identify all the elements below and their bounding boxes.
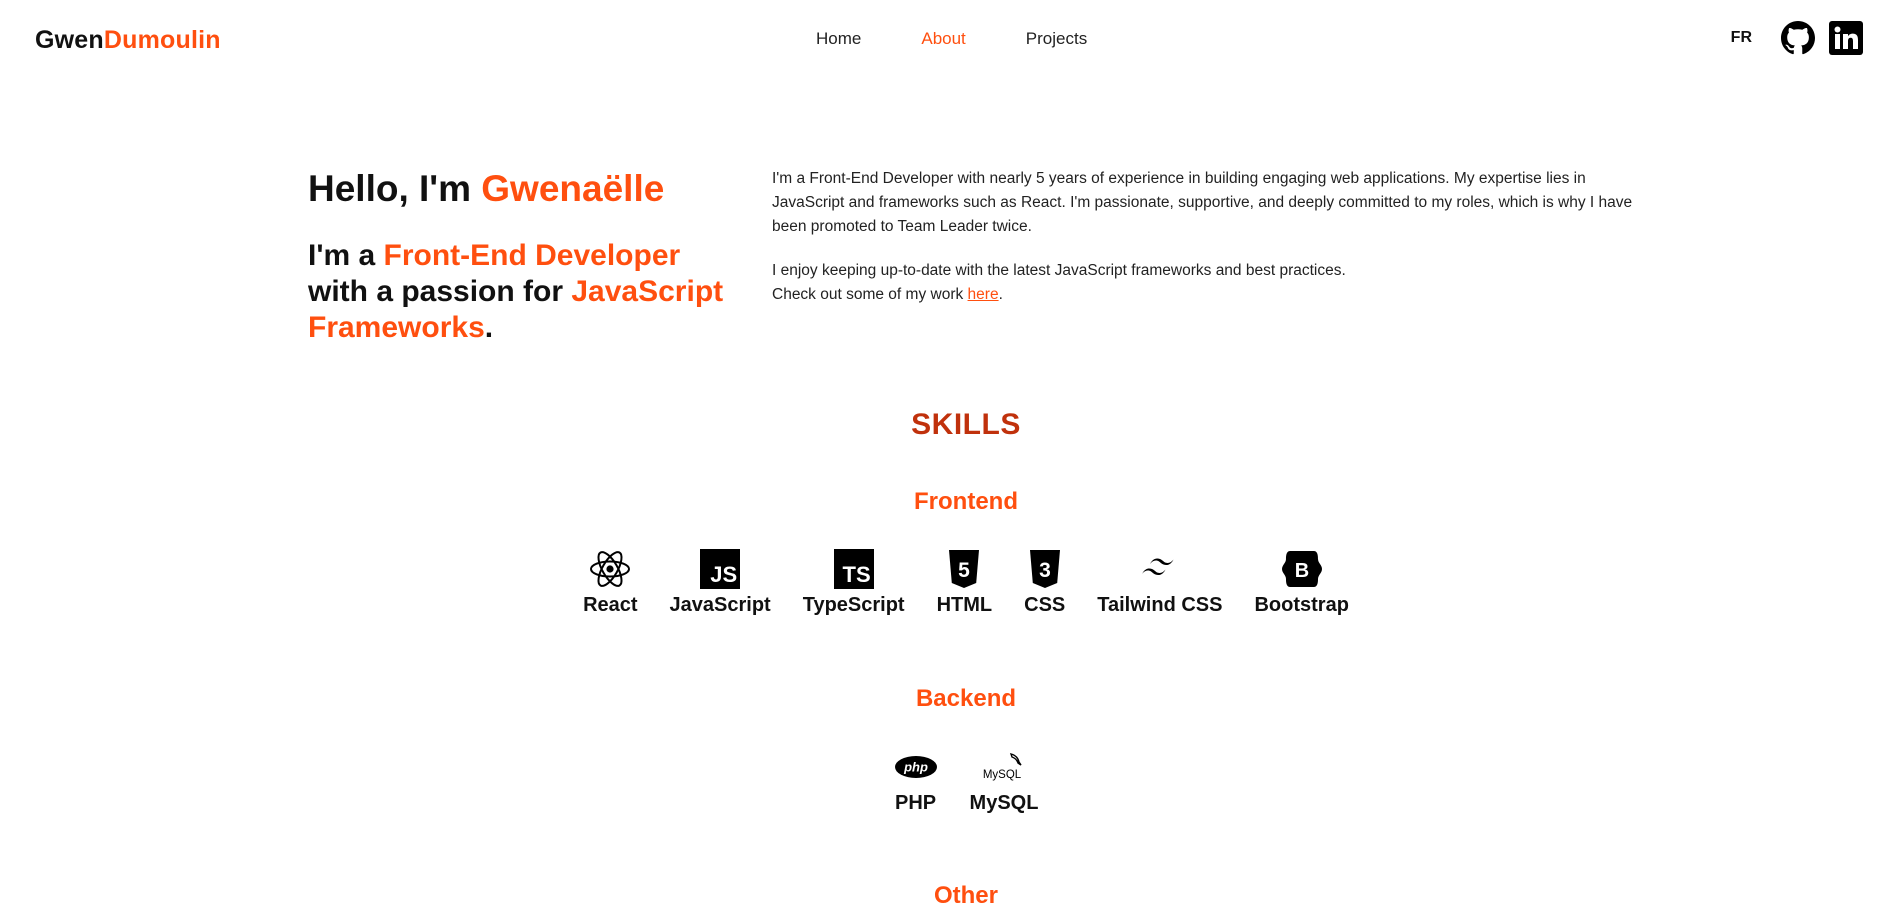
work-link[interactable]: here <box>968 286 999 303</box>
html5-icon: 5 <box>948 548 980 590</box>
tagline-role: Front-End Developer <box>383 239 681 272</box>
logo-first-name: Gwen <box>35 26 104 54</box>
skill-label: CSS <box>1024 594 1066 616</box>
hello-prefix: Hello, I'm <box>308 168 482 209</box>
skill-tailwind: Tailwind CSS <box>1097 548 1222 617</box>
backend-title: Backend <box>915 685 1017 712</box>
skill-react: React <box>583 548 638 617</box>
nav-about[interactable]: About <box>921 29 965 49</box>
skill-bootstrap: B Bootstrap <box>1254 548 1349 617</box>
tagline: I'm a Front-End Developer with a passion… <box>308 238 748 346</box>
mysql-glyph: MySQL <box>983 769 1022 781</box>
skill-label: HTML <box>936 594 993 616</box>
backend-skills: php PHP MySQL MySQL <box>0 746 1894 815</box>
css3-icon: 3 <box>1029 548 1061 590</box>
frontend-title: Frontend <box>914 488 1018 515</box>
javascript-glyph: JS <box>700 549 741 589</box>
tagline-period: . <box>484 311 494 344</box>
php-icon: php <box>894 746 938 788</box>
skill-html: 5 HTML <box>936 548 993 617</box>
logo-last-name: Dumoulin <box>103 26 221 54</box>
skill-label: Bootstrap <box>1254 594 1349 616</box>
php-glyph: php <box>903 760 928 775</box>
css3-glyph: 3 <box>1039 559 1051 582</box>
skill-label: JavaScript <box>669 594 771 616</box>
skill-label: TypeScript <box>802 594 905 616</box>
intro-description: I'm a Front-End Developer with nearly 5 … <box>772 167 1652 307</box>
header-actions: FR <box>1731 20 1864 56</box>
intro-paragraph-2-line-1: I enjoy keeping up-to-date with the late… <box>772 262 1346 279</box>
site-header: GwenDumoulin Home About Projects FR <box>0 0 1894 78</box>
skill-label: MySQL <box>969 792 1039 814</box>
linkedin-icon[interactable] <box>1828 20 1864 56</box>
skills-title: SKILLS <box>911 408 1021 441</box>
site-logo[interactable]: GwenDumoulin <box>35 26 221 55</box>
skill-typescript: TS TypeScript <box>803 548 905 617</box>
nav-projects[interactable]: Projects <box>1026 29 1087 49</box>
tagline-part-3: with a passion for <box>308 275 572 308</box>
bootstrap-icon: B <box>1281 548 1322 590</box>
typescript-glyph: TS <box>833 549 874 589</box>
html5-glyph: 5 <box>959 559 971 582</box>
github-icon[interactable] <box>1780 20 1816 56</box>
hello-name: Gwenaëlle <box>481 168 665 209</box>
tailwind-icon <box>1140 548 1180 590</box>
skill-javascript: JS JavaScript <box>670 548 771 617</box>
intro-paragraph-1: I'm a Front-End Developer with nearly 5 … <box>772 170 1633 235</box>
skill-css: 3 CSS <box>1024 548 1065 617</box>
bootstrap-glyph: B <box>1294 560 1308 582</box>
main-nav: Home About Projects <box>816 29 1087 49</box>
react-icon <box>588 548 632 590</box>
intro-paragraph-2-line-2: Check out some of my work <box>772 286 968 303</box>
typescript-icon: TS <box>833 548 874 590</box>
intro-heading-block: Hello, I'm Gwenaëlle I'm a Front-End Dev… <box>308 166 748 346</box>
javascript-icon: JS <box>700 548 741 590</box>
skill-label: PHP <box>894 792 937 814</box>
frontend-skills: React JS JavaScript TS TypeScript 5 HTML… <box>0 548 1894 617</box>
skill-label: React <box>583 594 638 616</box>
intro-period: . <box>998 286 1003 303</box>
hello-heading: Hello, I'm Gwenaëlle <box>308 166 748 212</box>
language-toggle[interactable]: FR <box>1731 29 1752 47</box>
skill-php: php PHP <box>894 746 938 815</box>
mysql-icon: MySQL <box>981 746 1027 788</box>
tagline-part-1: I'm a <box>308 239 384 272</box>
skill-mysql: MySQL MySQL <box>969 746 1039 815</box>
intro-paragraph-2: I enjoy keeping up-to-date with the late… <box>772 259 1652 307</box>
skill-label: Tailwind CSS <box>1097 594 1223 616</box>
nav-home[interactable]: Home <box>816 29 861 49</box>
other-title: Other <box>933 882 998 907</box>
